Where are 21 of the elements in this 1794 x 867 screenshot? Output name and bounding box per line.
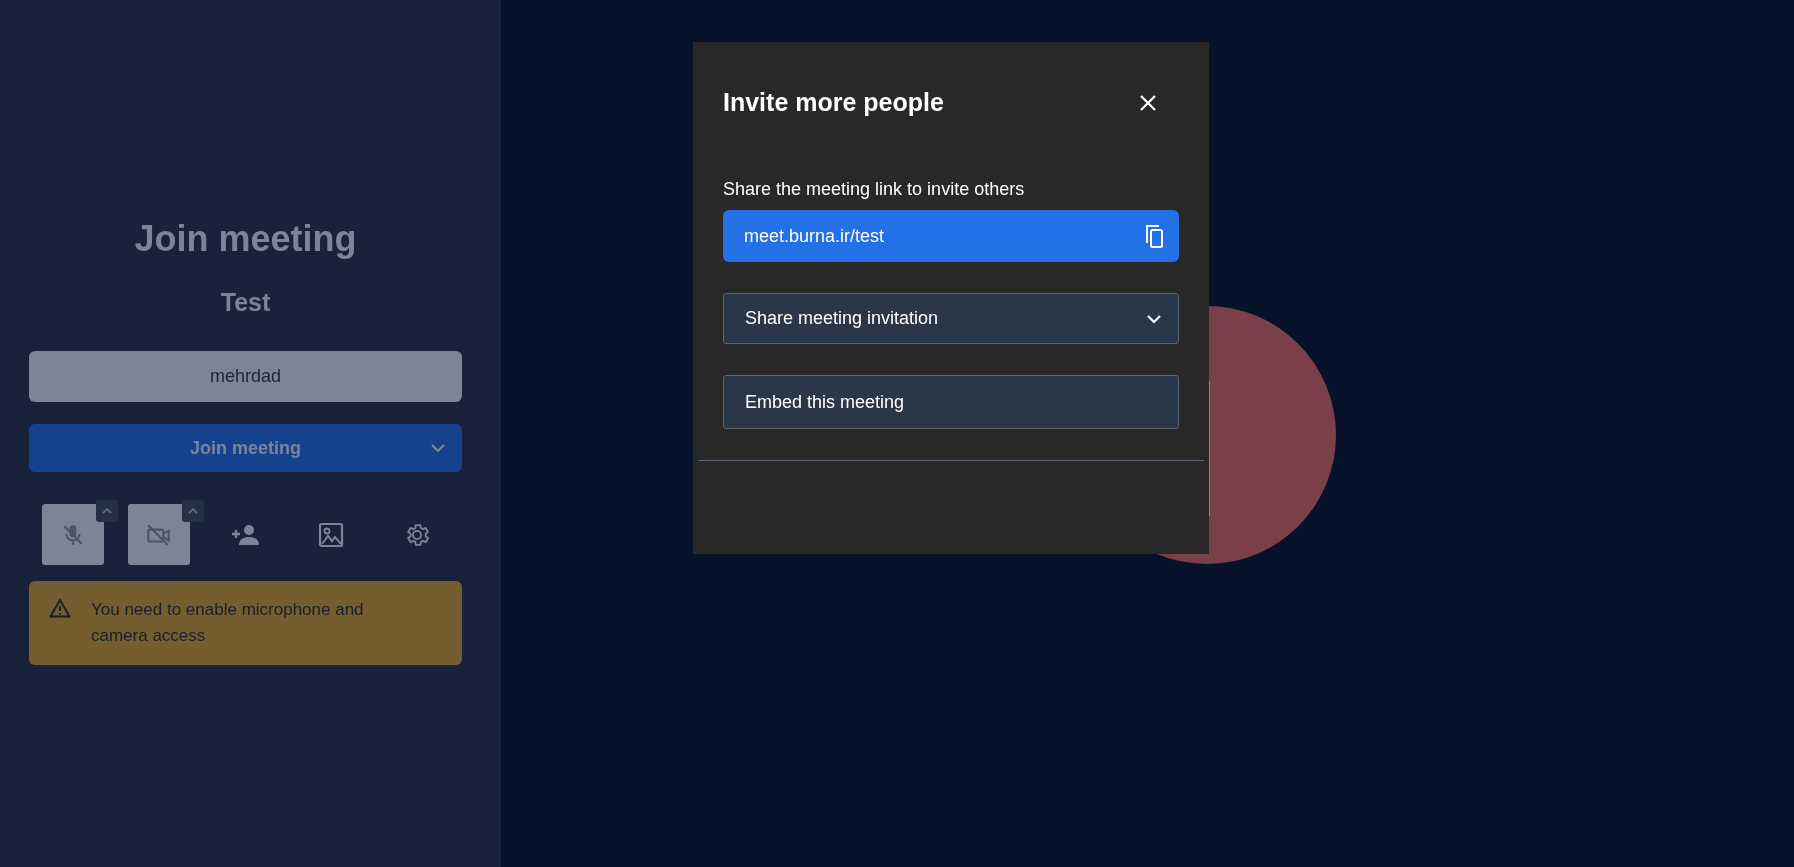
close-icon[interactable]: [1139, 93, 1157, 112]
meeting-name: Test: [220, 288, 271, 317]
page-title: Join meeting: [134, 218, 357, 260]
embed-meeting-button[interactable]: Embed this meeting: [723, 375, 1179, 429]
warning-icon: [49, 598, 71, 618]
dialog-title: Invite more people: [723, 88, 944, 117]
microphone-button[interactable]: [42, 504, 104, 565]
add-person-icon[interactable]: [230, 523, 260, 546]
caret-up-icon: [102, 508, 112, 514]
name-field[interactable]: mehrdad: [29, 351, 462, 402]
chevron-down-icon: [1146, 313, 1162, 324]
image-icon[interactable]: [318, 521, 344, 548]
caret-up-icon: [188, 508, 198, 514]
share-invitation-dropdown[interactable]: Share meeting invitation: [723, 293, 1179, 344]
join-button[interactable]: Join meeting: [29, 424, 462, 472]
link-label: Share the meeting link to invite others: [723, 179, 1026, 200]
chevron-down-icon[interactable]: [430, 443, 446, 453]
camera-button[interactable]: [128, 504, 190, 565]
warning-text: You need to enable microphone and camera access: [91, 599, 365, 647]
copy-icon[interactable]: [1143, 223, 1165, 249]
meeting-link-field[interactable]: meet.burna.ir/test: [723, 210, 1179, 262]
